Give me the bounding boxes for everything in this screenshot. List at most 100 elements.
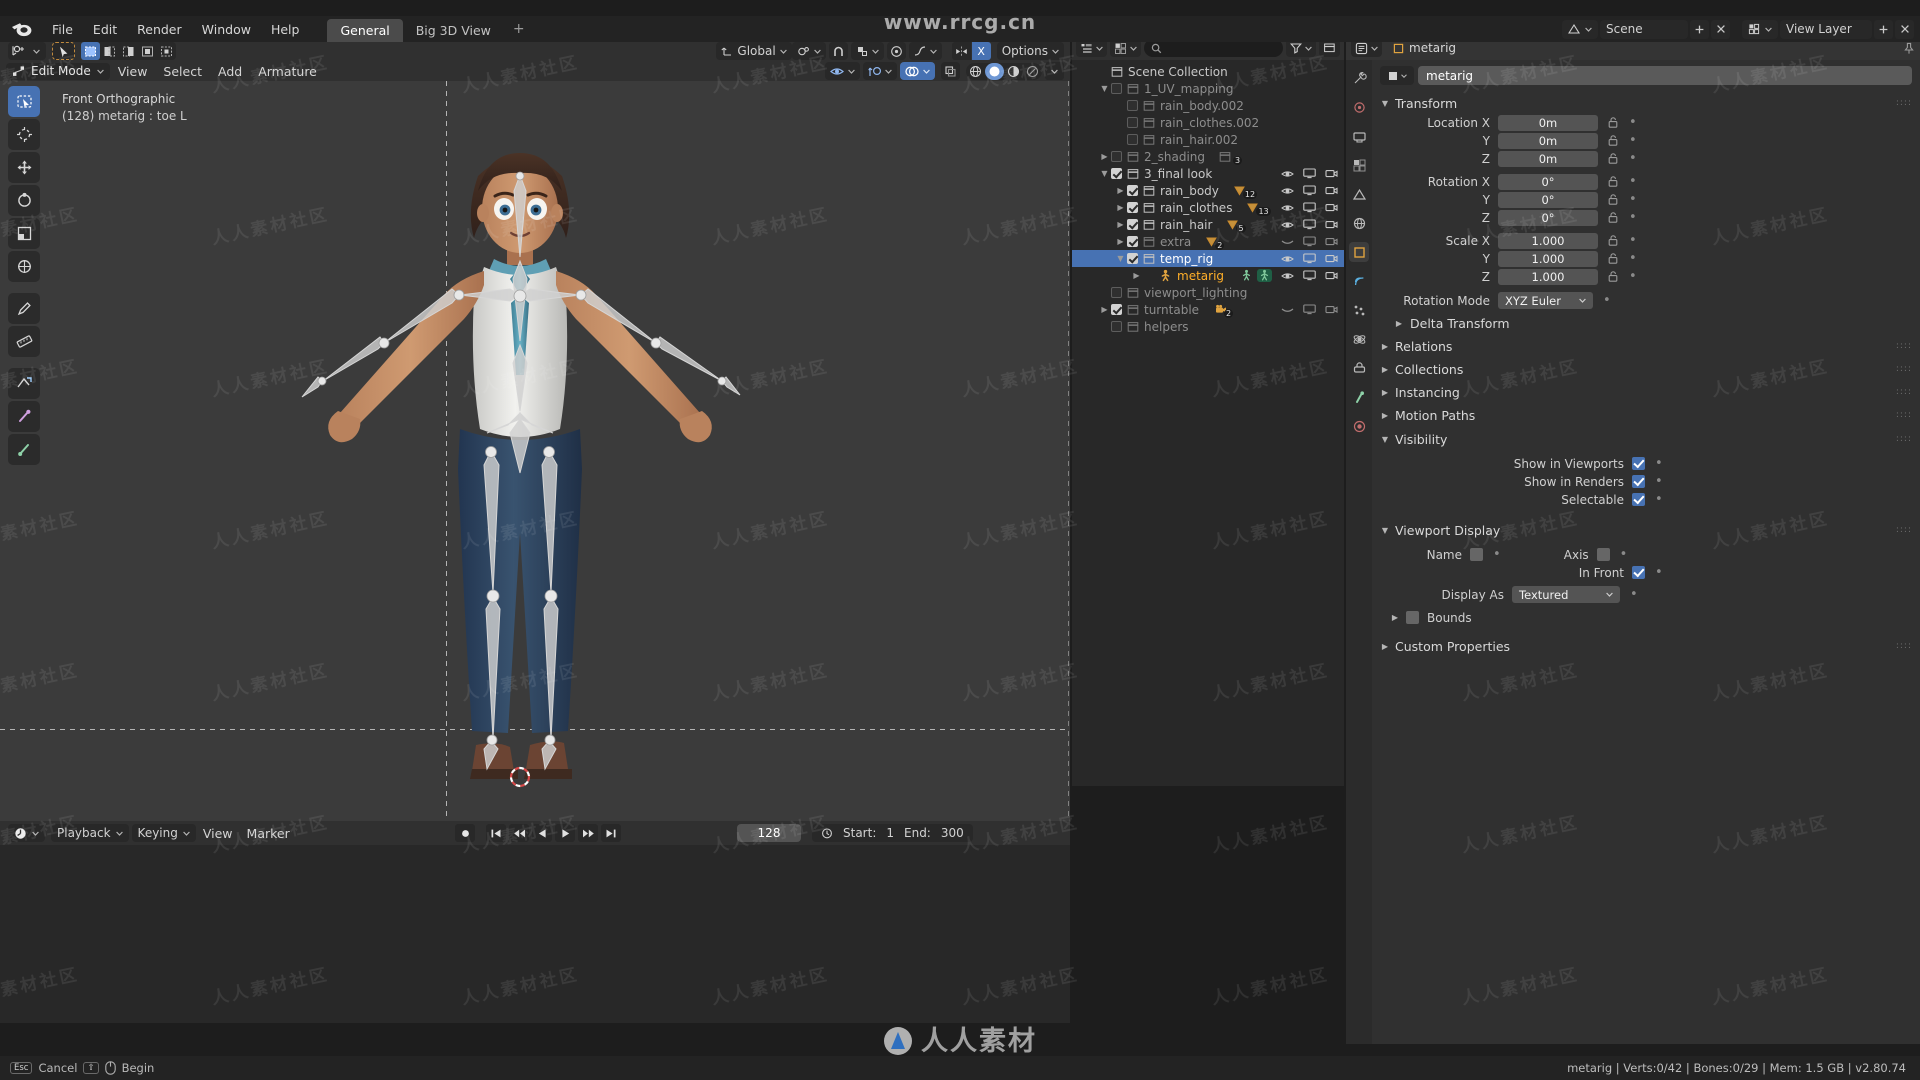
transform-orientation-dropdown[interactable]: Global — [716, 42, 792, 60]
xray-toggle-icon[interactable] — [941, 62, 960, 80]
panel-grip[interactable]: :::: — [1896, 341, 1912, 351]
material-preview-icon[interactable] — [1004, 63, 1023, 80]
panel-header-delta-transform[interactable]: ▶ Delta Transform — [1380, 313, 1912, 333]
menu-edit[interactable]: Edit — [83, 19, 127, 40]
falloff-dropdown[interactable] — [908, 42, 942, 60]
panel-grip[interactable]: :::: — [1896, 98, 1912, 108]
outliner-row-2-shading[interactable]: ▶ 2_shading 3 — [1072, 148, 1344, 165]
transform-field-value[interactable]: 1.000 — [1498, 232, 1598, 249]
workspace-tab-general[interactable]: General — [327, 18, 403, 42]
transform-field-value[interactable]: 1.000 — [1498, 268, 1598, 285]
select-invert-icon[interactable] — [138, 42, 157, 60]
overlays-dropdown[interactable] — [900, 62, 935, 80]
object-id-browse[interactable] — [1380, 66, 1414, 85]
mirror-x-icon[interactable] — [951, 42, 971, 60]
collection-checkbox[interactable] — [1111, 83, 1122, 94]
magnet-icon[interactable] — [829, 42, 848, 60]
transform-field-value[interactable]: 1.000 — [1498, 250, 1598, 267]
start-frame-value[interactable]: 1 — [886, 826, 894, 840]
viewport-header[interactable]: Edit Mode View Select Add Armature — [0, 61, 1070, 81]
scene-browse-button[interactable] — [1562, 19, 1598, 39]
add-workspace-button[interactable]: + — [504, 18, 534, 40]
collection-checkbox[interactable] — [1111, 287, 1122, 298]
eye-icon[interactable] — [1281, 186, 1294, 196]
collection-checkbox[interactable] — [1127, 117, 1138, 128]
lock-icon[interactable] — [1607, 252, 1619, 265]
animate-property-dot[interactable]: • — [1629, 251, 1637, 266]
animate-property-dot[interactable]: • — [1629, 269, 1637, 284]
tool-annotate[interactable] — [8, 293, 40, 324]
outliner-row-1-uv-mapping[interactable]: ▼ 1_UV_mapping — [1072, 80, 1344, 97]
panel-header-transform[interactable]: ▼ Transform :::: — [1380, 93, 1912, 113]
animate-property-dot[interactable]: • — [1620, 547, 1628, 562]
transform-row-y[interactable]: Y 0° • — [1380, 191, 1912, 208]
play-icon[interactable] — [555, 824, 575, 842]
camera-icon[interactable] — [1325, 304, 1338, 315]
new-viewlayer-button[interactable] — [1874, 19, 1893, 39]
disclosure-triangle[interactable]: ▶ — [1114, 184, 1127, 197]
tab-view-layer[interactable] — [1349, 155, 1369, 175]
collection-checkbox[interactable] — [1127, 134, 1138, 145]
tweak-select-icon[interactable] — [52, 42, 75, 60]
bounds-row[interactable]: ▶ Bounds — [1380, 609, 1912, 626]
scene-name-field[interactable]: Scene — [1600, 19, 1688, 39]
menu-window[interactable]: Window — [192, 19, 261, 40]
eye-closed-icon[interactable] — [1281, 305, 1294, 315]
menu-render[interactable]: Render — [127, 19, 192, 40]
monitor-icon[interactable] — [1303, 202, 1316, 213]
outliner-row-rain-hair[interactable]: ▶ rain_hair 5 — [1072, 216, 1344, 233]
transform-field-value[interactable]: 0° — [1498, 191, 1598, 208]
collection-checkbox[interactable] — [1111, 151, 1122, 162]
visibility-checkbox[interactable] — [1632, 475, 1645, 488]
collection-checkbox[interactable] — [1127, 236, 1138, 247]
transform-row-z[interactable]: Z 0m • — [1380, 150, 1912, 167]
transform-row-z[interactable]: Z 0° • — [1380, 209, 1912, 226]
new-scene-button[interactable] — [1690, 19, 1709, 39]
camera-icon[interactable] — [1325, 270, 1338, 281]
animate-property-dot[interactable]: • — [1630, 587, 1638, 602]
lock-icon[interactable] — [1607, 270, 1619, 283]
select-set-icon[interactable] — [81, 42, 100, 60]
panel-grip[interactable]: :::: — [1896, 364, 1912, 374]
eye-icon[interactable] — [1281, 254, 1294, 264]
next-keyframe-icon[interactable] — [578, 824, 598, 842]
outliner-row-temp-rig[interactable]: ▼ temp_rig — [1072, 250, 1344, 267]
snap-toggle[interactable] — [828, 42, 848, 60]
eye-icon[interactable] — [1281, 220, 1294, 230]
outliner-datablock-icons[interactable] — [1240, 269, 1273, 282]
eye-icon[interactable] — [1281, 271, 1294, 281]
transform-field-value[interactable]: 0m — [1498, 150, 1598, 167]
object-id-row[interactable]: metarig — [1380, 66, 1912, 85]
wireframe-icon[interactable] — [966, 63, 985, 80]
properties-content[interactable]: metarig ▼ Transform :::: Location X 0m •… — [1372, 60, 1920, 1044]
animate-property-dot[interactable]: • — [1655, 492, 1663, 507]
animate-property-dot[interactable]: • — [1629, 174, 1637, 189]
proportional-edit-toggle[interactable] — [886, 42, 906, 60]
viewport-display-name-row[interactable]: Name • Axis • — [1380, 546, 1912, 563]
outliner-row-3-final-look[interactable]: ▼ 3_final look — [1072, 165, 1344, 182]
viewport-toolbar[interactable] — [8, 86, 40, 465]
viewport-menu-view[interactable]: View — [110, 62, 156, 81]
transform-row-y[interactable]: Y 1.000 • — [1380, 250, 1912, 267]
disclosure-triangle[interactable]: ▼ — [1098, 82, 1111, 95]
bounds-checkbox[interactable] — [1406, 611, 1419, 624]
animate-property-dot[interactable]: • — [1603, 293, 1611, 308]
tool-bone-size[interactable] — [8, 434, 40, 465]
collection-checkbox[interactable] — [1111, 321, 1122, 332]
chevron-down-icon[interactable] — [27, 42, 46, 60]
tab-particles[interactable] — [1349, 300, 1369, 320]
outliner-row-helpers[interactable]: helpers — [1072, 318, 1344, 335]
play-reverse-icon[interactable] — [532, 824, 552, 842]
lock-icon[interactable] — [1607, 116, 1619, 129]
tool-measure[interactable] — [8, 326, 40, 357]
panel-grip[interactable]: :::: — [1896, 410, 1912, 420]
viewport-menu-select[interactable]: Select — [155, 62, 210, 81]
tool-move[interactable] — [8, 152, 40, 183]
disclosure-triangle[interactable]: ▼ — [1114, 252, 1127, 265]
lock-icon[interactable] — [1607, 211, 1619, 224]
viewport-menu-armature[interactable]: Armature — [250, 62, 325, 81]
end-frame-value[interactable]: 300 — [941, 826, 964, 840]
outliner-row-turntable[interactable]: ▶ turntable 2 — [1072, 301, 1344, 318]
transform-field-value[interactable]: 0° — [1498, 209, 1598, 226]
camera-icon[interactable] — [1325, 236, 1338, 247]
